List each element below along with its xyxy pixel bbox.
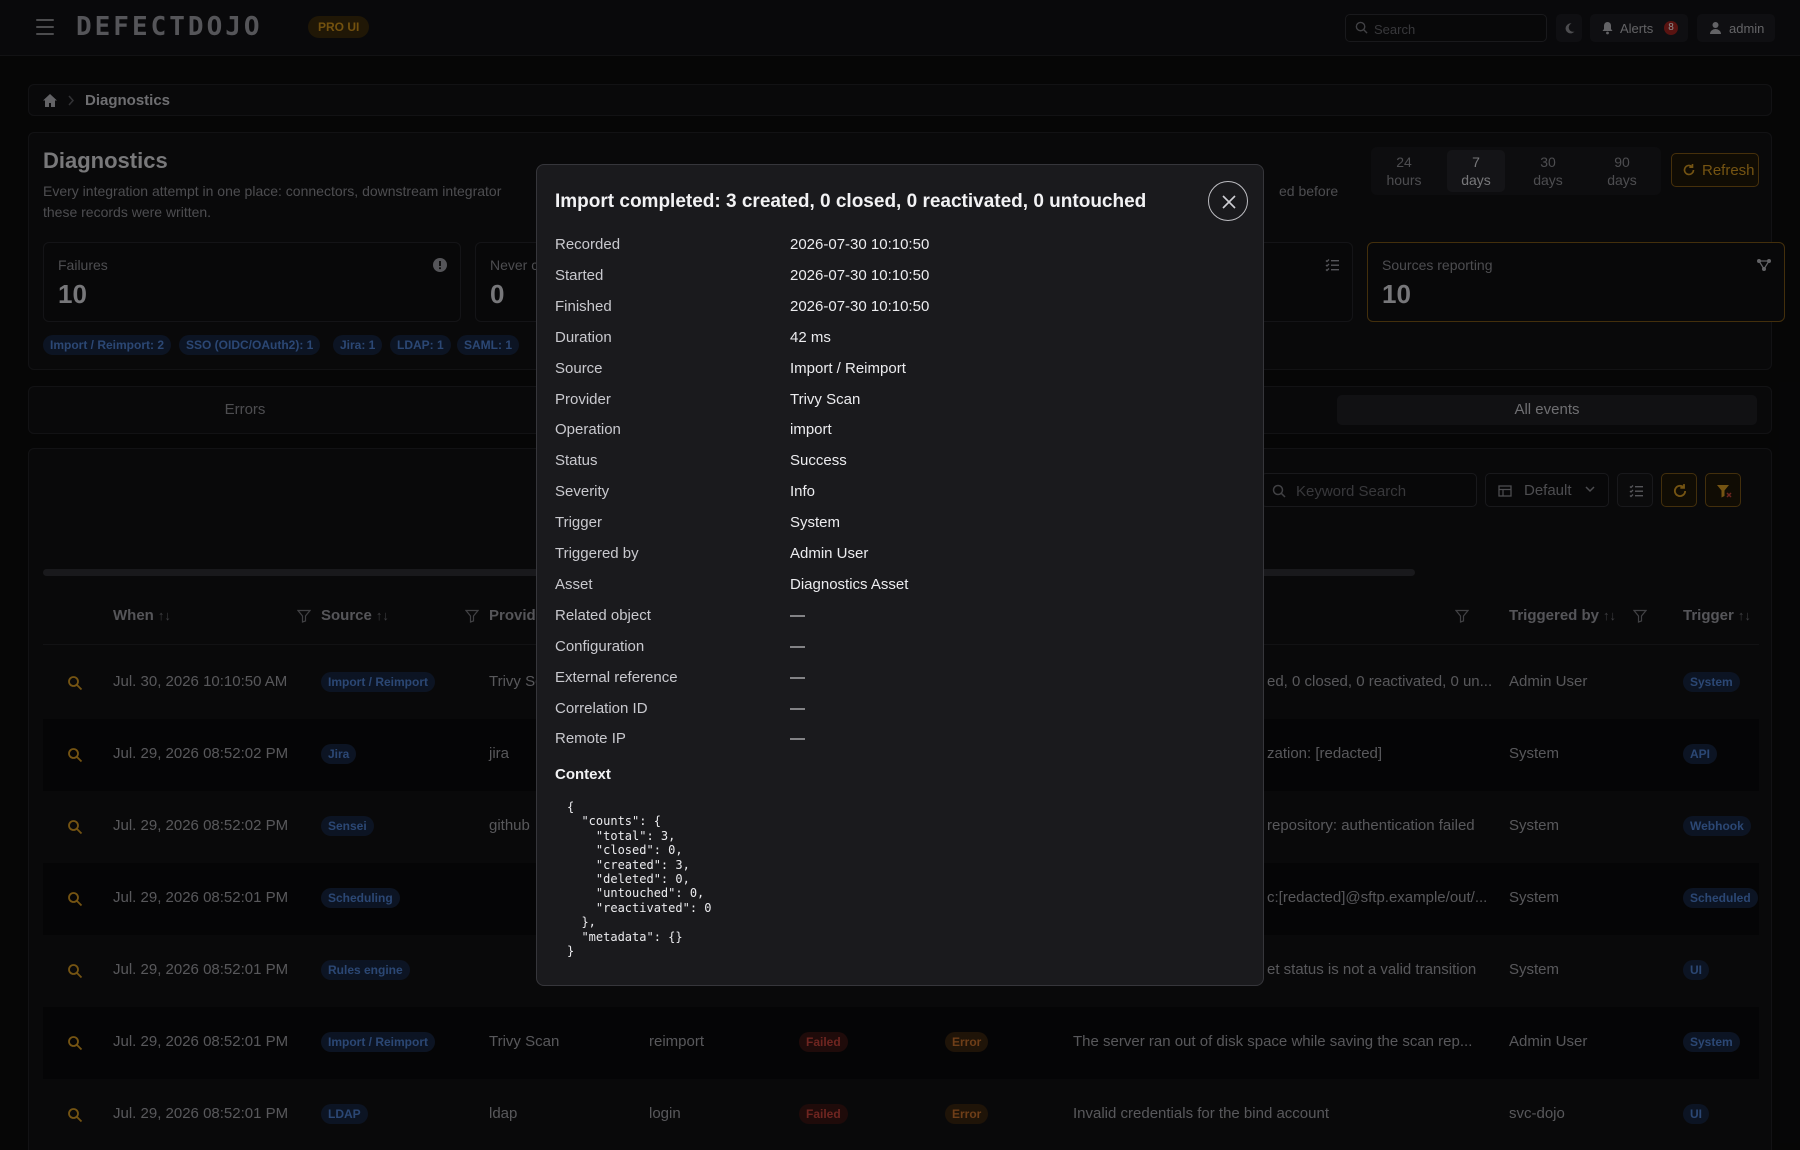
field-label: Provider: [555, 390, 611, 408]
field-value: 2026-07-30 10:10:50: [790, 266, 930, 284]
field-label: Trigger: [555, 514, 602, 532]
field-value: —: [790, 699, 805, 717]
field-label: Finished: [555, 297, 612, 315]
field-label: Source: [555, 359, 603, 377]
field-value: —: [790, 606, 805, 624]
field-label: Asset: [555, 575, 593, 593]
field-label: Severity: [555, 483, 610, 501]
field-label: Status: [555, 452, 598, 470]
field-label: Operation: [555, 421, 621, 439]
field-value: Diagnostics Asset: [790, 575, 909, 593]
field-value: System: [790, 514, 841, 532]
field-label: Recorded: [555, 236, 621, 253]
field-value: Import / Reimport: [790, 359, 906, 377]
field-value: Info: [790, 483, 816, 501]
field-label: Started: [555, 266, 604, 284]
event-detail-modal: Import completed: 3 created, 0 closed, 0…: [536, 164, 1264, 986]
close-button[interactable]: [1208, 181, 1248, 221]
field-value: 42 ms: [790, 328, 831, 346]
field-label: Related object: [555, 606, 651, 624]
modal-title: Import completed: 3 created, 0 closed, 0…: [555, 191, 1147, 212]
field-value: 2026-07-30 10:10:50: [790, 236, 930, 253]
field-value: import: [790, 421, 832, 439]
field-value: —: [790, 668, 805, 686]
field-label: Duration: [555, 328, 612, 346]
field-label: Triggered by: [555, 545, 639, 562]
context-title: Context: [555, 766, 611, 783]
field-label: Configuration: [555, 637, 645, 655]
field-value: —: [790, 730, 805, 748]
field-value: Trivy Scan: [790, 390, 861, 408]
context-json: { "counts": { "total": 3, "closed": 0, "…: [567, 800, 712, 959]
field-value: —: [790, 637, 805, 655]
close-icon: [1222, 195, 1236, 209]
field-value: Admin User: [790, 545, 869, 562]
field-value: Success: [790, 452, 847, 470]
field-label: Correlation ID: [555, 699, 648, 717]
field-value: 2026-07-30 10:10:50: [790, 297, 930, 315]
field-label: Remote IP: [555, 730, 626, 748]
field-label: External reference: [555, 668, 678, 686]
